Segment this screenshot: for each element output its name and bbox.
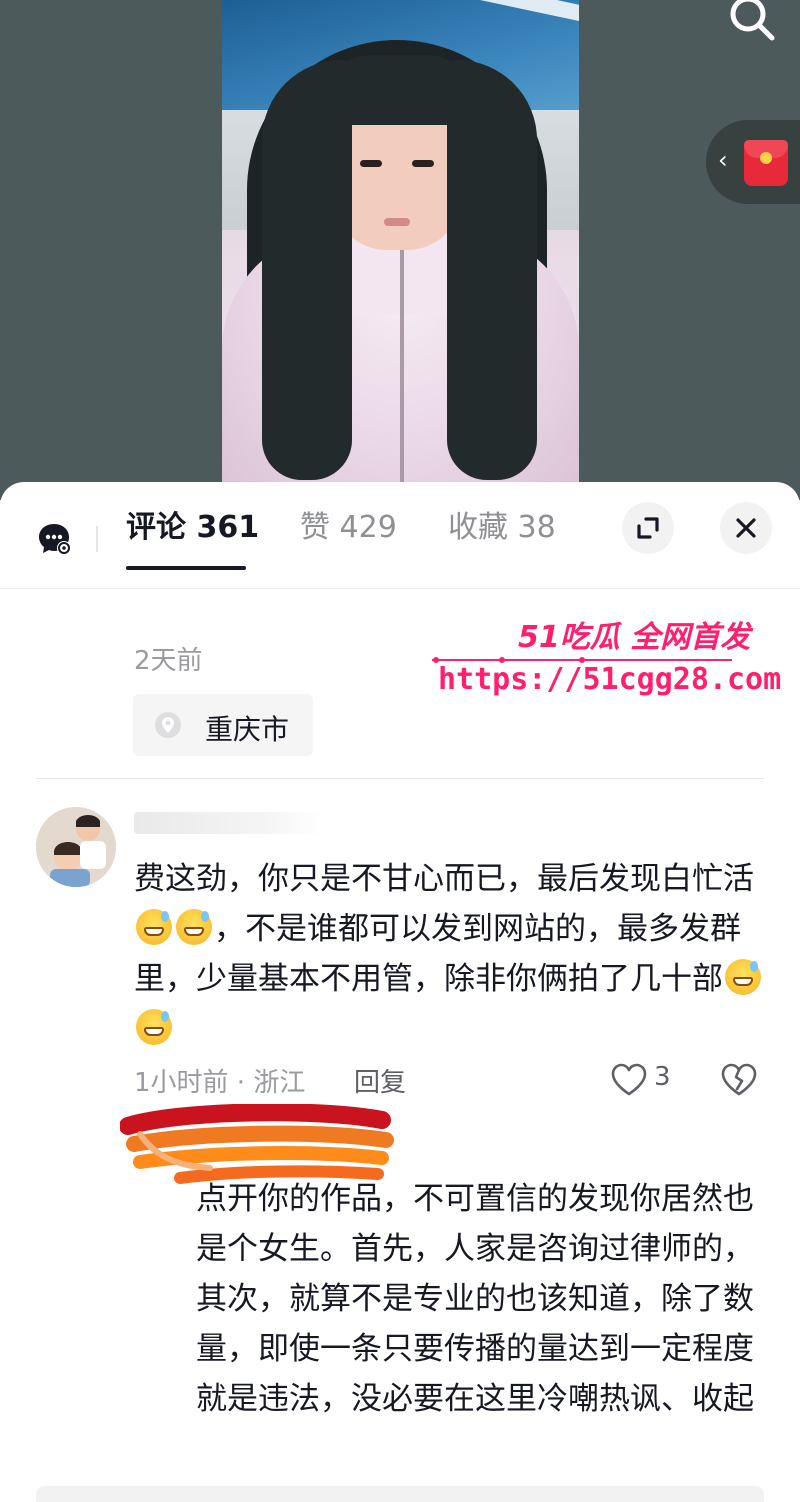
dislike-button[interactable] <box>720 1062 760 1102</box>
watermark-url: https://51cgg28.com <box>438 662 782 697</box>
search-icon <box>730 0 775 41</box>
close-button[interactable] <box>720 502 772 554</box>
tab-bar-divider <box>0 588 800 589</box>
emoji-grin-sweat-icon <box>136 909 172 945</box>
tab-active-indicator <box>126 566 246 570</box>
reply-button[interactable]: 回复 <box>354 1062 406 1099</box>
comment-panel: 评论 361 赞 429 收藏 38 2天前 重庆市 51吃瓜 全网首发 htt… <box>0 482 800 1502</box>
watermark-title: 51吃瓜 全网首发 <box>518 620 751 655</box>
broken-heart-icon <box>721 1063 757 1096</box>
comment-username-blurred[interactable] <box>134 812 324 834</box>
expand-icon <box>637 517 659 539</box>
emoji-grin-sweat-icon <box>176 909 212 945</box>
location-pin-icon <box>155 712 181 738</box>
comment-time-location: 1小时前 · 浙江 <box>134 1068 306 1098</box>
red-packet-button[interactable]: ‹ <box>706 120 800 204</box>
avatar-image <box>36 807 116 887</box>
video-frame <box>222 0 579 490</box>
search-button[interactable] <box>722 0 782 42</box>
post-time: 2天前 <box>134 646 203 676</box>
chevron-left-icon: ‹ <box>718 146 728 174</box>
tab-comments[interactable]: 评论 361 <box>126 508 259 548</box>
comment-text: 费这劲，你只是不甘心而已，最后发现白忙活 ，不是谁都可以发到网站的，最多发群里，少… <box>134 854 764 1054</box>
video-person-zipper <box>400 245 404 485</box>
comment-text-part-2: ，不是谁都可以发到网站的，最多发群里，少量基本不用管，除非你俩拍了几十部 <box>134 911 741 997</box>
tab-favorites[interactable]: 收藏 38 <box>448 508 556 548</box>
comment-tab-bar: 评论 361 赞 429 收藏 38 <box>0 482 800 590</box>
heart-icon <box>611 1063 647 1096</box>
tab-divider <box>96 526 98 552</box>
tab-likes[interactable]: 赞 429 <box>300 508 397 548</box>
reply-text: 点开你的作品，不可置信的发现你居然也是个女生。首先，人家是咨询过律师的，其次，就… <box>196 1174 776 1424</box>
red-packet-icon <box>744 140 788 186</box>
comment-input-bar[interactable] <box>36 1486 764 1502</box>
chat-settings-icon[interactable] <box>38 522 72 556</box>
expand-button[interactable] <box>622 502 674 554</box>
like-count: 3 <box>654 1062 671 1092</box>
video-person-hair-left <box>262 60 352 480</box>
location-label: 重庆市 <box>205 713 290 746</box>
video-person-hair-right <box>447 60 537 480</box>
comment-meta: 1小时前 · 浙江 回复 3 <box>134 1062 764 1102</box>
video-player[interactable]: ‹ <box>0 0 800 500</box>
reply-body: 点开你的作品，不可置信的发现你居然也是个女生。首先，人家是咨询过律师的，其次，就… <box>196 1181 754 1417</box>
emoji-grin-sweat-icon <box>725 959 761 995</box>
like-button[interactable]: 3 <box>610 1062 680 1102</box>
comment-text-part-1: 费这劲，你只是不甘心而已，最后发现白忙活 <box>134 861 754 897</box>
watermark: 51吃瓜 全网首发 https://51cgg28.com <box>430 612 781 712</box>
avatar[interactable] <box>36 807 116 887</box>
emoji-grin-sweat-icon <box>136 1009 172 1045</box>
close-icon <box>736 518 756 538</box>
location-chip[interactable]: 重庆市 <box>133 694 313 756</box>
section-divider <box>36 778 764 779</box>
